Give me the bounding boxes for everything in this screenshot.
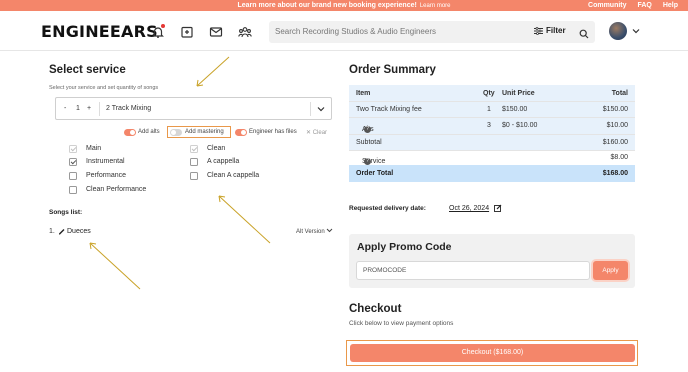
order-total-row: Order Total $168.00 — [349, 165, 635, 182]
top-links: Community FAQ Help — [579, 0, 678, 11]
alt-acappella-checkbox[interactable] — [190, 158, 198, 166]
alt-clean-checkbox[interactable] — [190, 145, 198, 153]
alt-instrumental-label: Instrumental — [86, 158, 125, 165]
order-total-label: Order Total — [356, 170, 394, 177]
arrow-to-alts — [218, 195, 271, 244]
add-alts-toggle[interactable] — [124, 129, 136, 136]
clear-label: Clear — [312, 130, 328, 136]
delivery-date-value[interactable]: Oct 26, 2024 — [449, 205, 489, 212]
people-icon[interactable] — [238, 25, 252, 39]
songs-list-title: Songs list: — [49, 209, 83, 216]
delivery-date-label: Requested delivery date: — [349, 205, 426, 212]
table-row: Two Track Mixing fee 1 $150.00 $150.00 — [349, 102, 635, 118]
add-mastering-label: Add mastering — [185, 129, 224, 135]
community-link[interactable]: Community — [588, 2, 627, 9]
apply-promo-button[interactable]: Apply — [593, 261, 628, 280]
chevron-down-icon — [327, 228, 333, 233]
arrow-to-subtitle — [196, 56, 230, 87]
faq-link[interactable]: FAQ — [637, 2, 651, 9]
alt-clean-label: Clean — [207, 145, 226, 152]
song-name[interactable]: Dueces — [67, 228, 91, 235]
col-item-header: Item — [356, 90, 371, 97]
chevron-down-icon[interactable] — [317, 106, 325, 112]
alt-clean-performance-checkbox[interactable] — [69, 186, 77, 194]
subtotal-label: Subtotal — [356, 139, 382, 146]
order-summary-title: Order Summary — [349, 64, 436, 76]
notification-dot — [161, 24, 165, 28]
main-header: ENGINEEARS Search Recording Studios & Au… — [0, 11, 688, 51]
checkout-subtitle: Click below to view payment options — [349, 320, 454, 327]
help-icon[interactable]: ? — [364, 126, 371, 133]
folder-icon[interactable] — [180, 25, 194, 39]
select-service-title: Select service — [49, 64, 126, 76]
engineears-logo[interactable]: ENGINEEARS — [41, 22, 158, 41]
announcement-banner: Learn more about our brand new booking e… — [0, 0, 688, 11]
help-icon[interactable]: ? — [364, 158, 371, 165]
checkout-button[interactable]: Checkout ($168.00) — [350, 344, 635, 362]
pencil-icon[interactable] — [58, 227, 66, 235]
filter-icon — [534, 26, 543, 35]
filter-button[interactable]: Filter — [534, 26, 566, 35]
qty-decrement-button[interactable]: - — [64, 105, 66, 112]
qty-value[interactable]: 1 — [76, 105, 80, 112]
qty-divider — [99, 102, 100, 116]
service-name: 2 Track Mixing — [106, 105, 152, 112]
subtotal-value: $160.00 — [602, 139, 628, 146]
alt-clean-performance-label: Clean Performance — [86, 186, 147, 193]
user-avatar[interactable] — [609, 22, 627, 40]
row-qty: 1 — [487, 106, 491, 113]
col-qty-header: Qty — [483, 90, 495, 97]
engineer-has-files-label: Engineer has files — [249, 129, 297, 135]
row-qty: 3 — [487, 122, 491, 129]
select-divider — [310, 102, 311, 116]
add-alts-label: Add alts — [138, 129, 160, 135]
col-total-header: Total — [611, 90, 628, 97]
promo-code-input[interactable]: PROMOCODE — [356, 261, 590, 280]
promo-code-title: Apply Promo Code — [357, 241, 452, 253]
row-unit-price: $0 - $10.00 — [502, 122, 538, 129]
checkout-title: Checkout — [349, 303, 402, 315]
subtotal-row: Subtotal $160.00 — [349, 135, 635, 151]
alt-version-dropdown[interactable]: Alt Version — [296, 228, 333, 235]
row-unit-price: $150.00 — [502, 106, 528, 113]
song-number: 1. — [49, 228, 55, 235]
search-input[interactable]: Search Recording Studios & Audio Enginee… — [275, 27, 436, 36]
qty-increment-button[interactable]: + — [87, 105, 91, 112]
mail-icon[interactable] — [209, 25, 223, 39]
search-icon[interactable] — [579, 26, 589, 44]
col-unit-price-header: Unit Price — [502, 90, 535, 97]
close-icon: ✕ — [306, 130, 312, 136]
alt-clean-acappella-label: Clean A cappella — [207, 172, 260, 179]
row-total: $150.00 — [602, 106, 628, 113]
filter-label: Filter — [546, 26, 566, 35]
clear-button[interactable]: ✕ Clear — [306, 129, 327, 136]
alt-version-label: Alt Version — [296, 229, 325, 235]
service-fee-value: $8.00 — [610, 154, 628, 161]
alt-main-label: Main — [86, 145, 102, 152]
alt-performance-checkbox[interactable] — [69, 172, 77, 180]
alt-instrumental-checkbox[interactable] — [69, 158, 77, 166]
row-item: Two Track Mixing fee — [356, 106, 422, 113]
order-table-header: Item Qty Unit Price Total — [349, 86, 635, 102]
alt-performance-label: Performance — [86, 172, 127, 179]
add-mastering-toggle[interactable] — [170, 129, 182, 136]
row-total: $10.00 — [606, 122, 628, 129]
alt-clean-acappella-checkbox[interactable] — [190, 172, 198, 180]
chevron-down-icon[interactable] — [632, 28, 640, 34]
search-bar[interactable]: Search Recording Studios & Audio Enginee… — [269, 21, 595, 43]
alt-main-checkbox[interactable] — [69, 145, 77, 153]
alt-acappella-label: A cappella — [207, 158, 240, 165]
help-link[interactable]: Help — [663, 2, 678, 9]
banner-learn-more-link[interactable]: Learn more — [420, 3, 451, 9]
banner-text: Learn more about our brand new booking e… — [237, 2, 417, 9]
order-total-value: $168.00 — [602, 170, 628, 177]
arrow-to-songs — [89, 242, 141, 290]
edit-icon[interactable] — [494, 204, 502, 212]
service-select[interactable]: - 1 + 2 Track Mixing — [55, 97, 332, 120]
table-row: Alts? 3 $0 - $10.00 $10.00 — [349, 118, 635, 134]
engineer-has-files-toggle[interactable] — [235, 129, 247, 136]
select-service-subtitle: Select your service and set quantity of … — [49, 85, 159, 91]
service-fee-row: Service Fee? $8.00 — [349, 150, 635, 172]
